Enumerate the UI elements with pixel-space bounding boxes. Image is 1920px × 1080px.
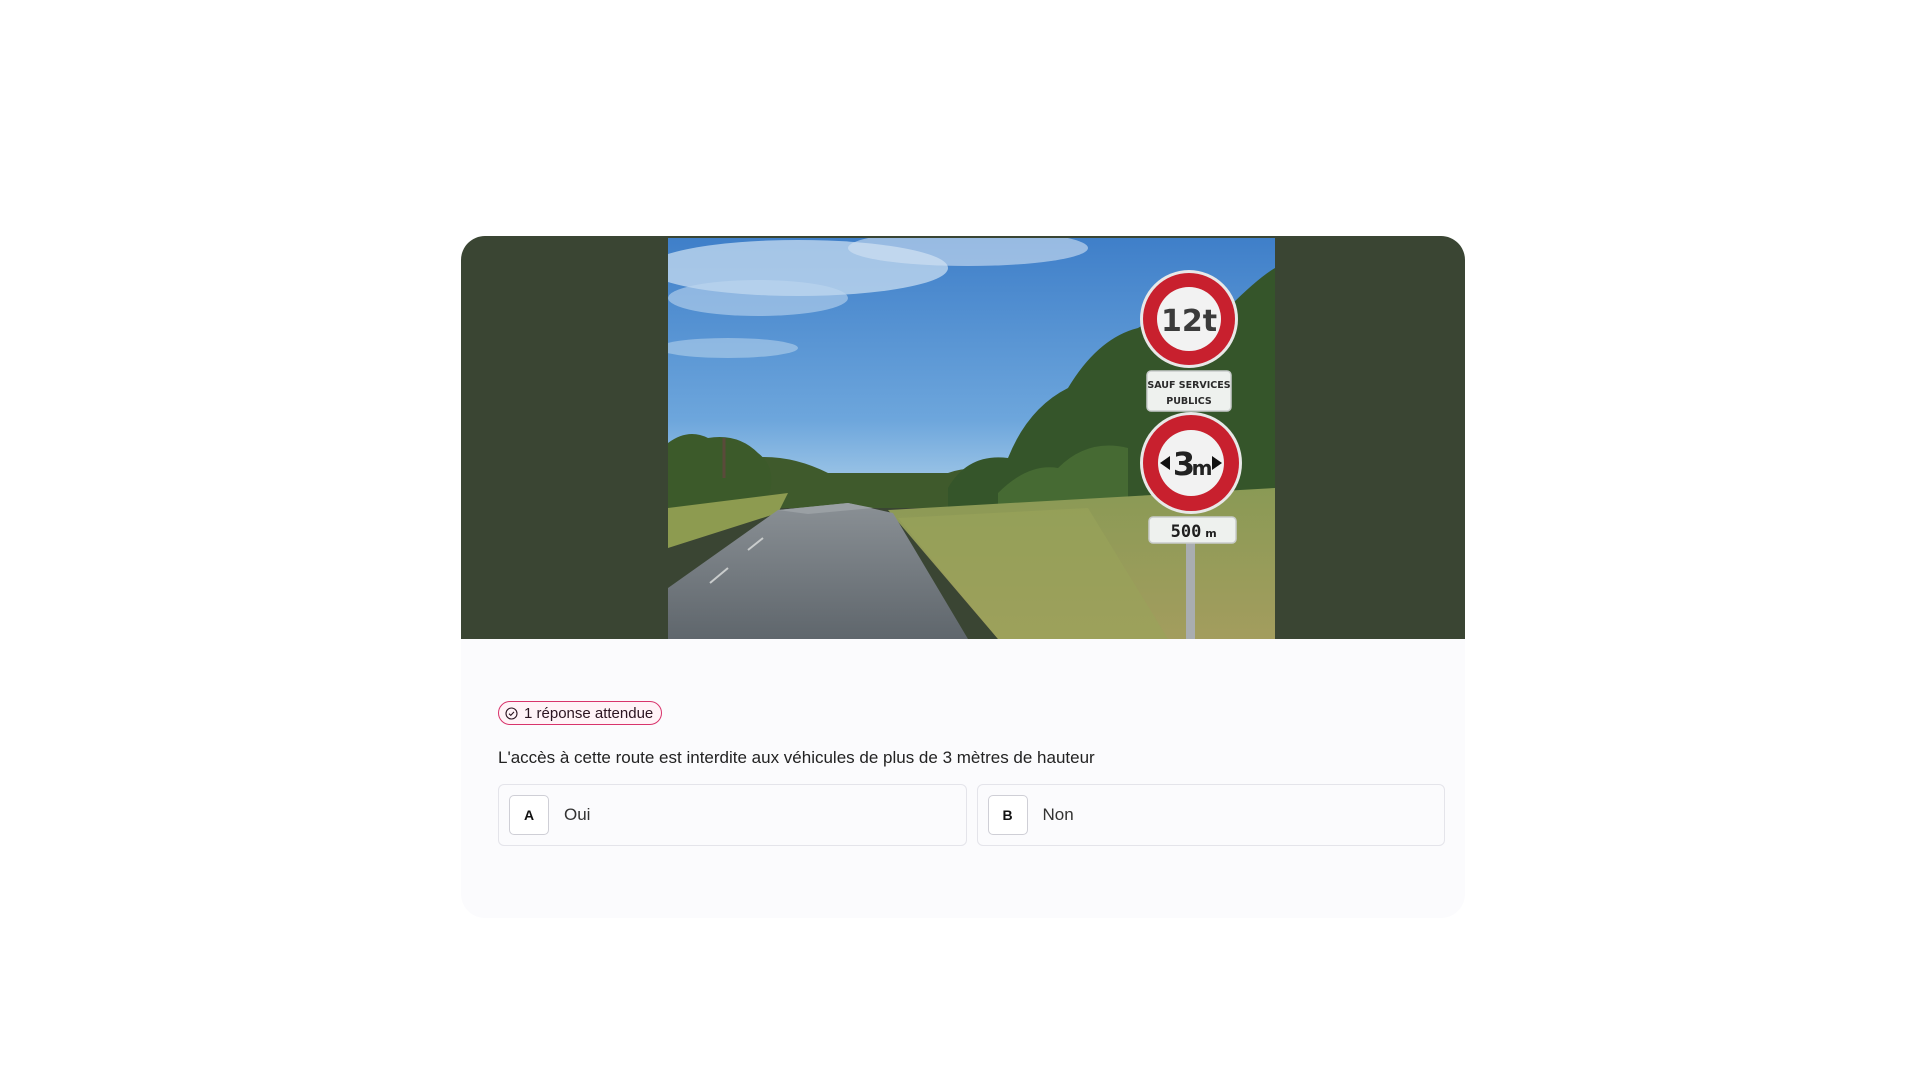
answer-option-a[interactable]: A Oui <box>498 784 967 846</box>
weight-plate-line2: PUBLICS <box>1166 396 1212 407</box>
answer-key-a: A <box>509 795 549 835</box>
question-card: 12t SAUF SERVICES PUBLICS 3 m 500 m 1 ré… <box>461 236 1465 918</box>
expected-answers-badge: 1 réponse attendue <box>498 701 663 725</box>
answer-label-b: Non <box>1042 805 1074 824</box>
height-limit-unit: m <box>1192 456 1213 480</box>
badge-label: 1 réponse attendue <box>524 704 654 722</box>
check-circle-icon <box>505 706 518 720</box>
weight-plate-line1: SAUF SERVICES <box>1147 380 1230 391</box>
answer-label-a: Oui <box>564 805 591 824</box>
answer-options: A Oui B Non <box>498 784 1445 846</box>
question-text: L'accès à cette route est interdite aux … <box>498 748 1095 767</box>
weight-limit-text: 12t <box>1161 304 1217 339</box>
answer-key-b: B <box>987 795 1028 835</box>
road-sign-photo: 12t SAUF SERVICES PUBLICS 3 m 500 m <box>668 238 1275 639</box>
distance-value: 500 <box>1171 522 1202 542</box>
question-body: 1 réponse attendue L'accès à cette route… <box>461 639 1465 918</box>
media-area: 12t SAUF SERVICES PUBLICS 3 m 500 m <box>461 236 1465 639</box>
distance-unit: m <box>1205 527 1216 540</box>
answer-option-b[interactable]: B Non <box>976 784 1445 846</box>
